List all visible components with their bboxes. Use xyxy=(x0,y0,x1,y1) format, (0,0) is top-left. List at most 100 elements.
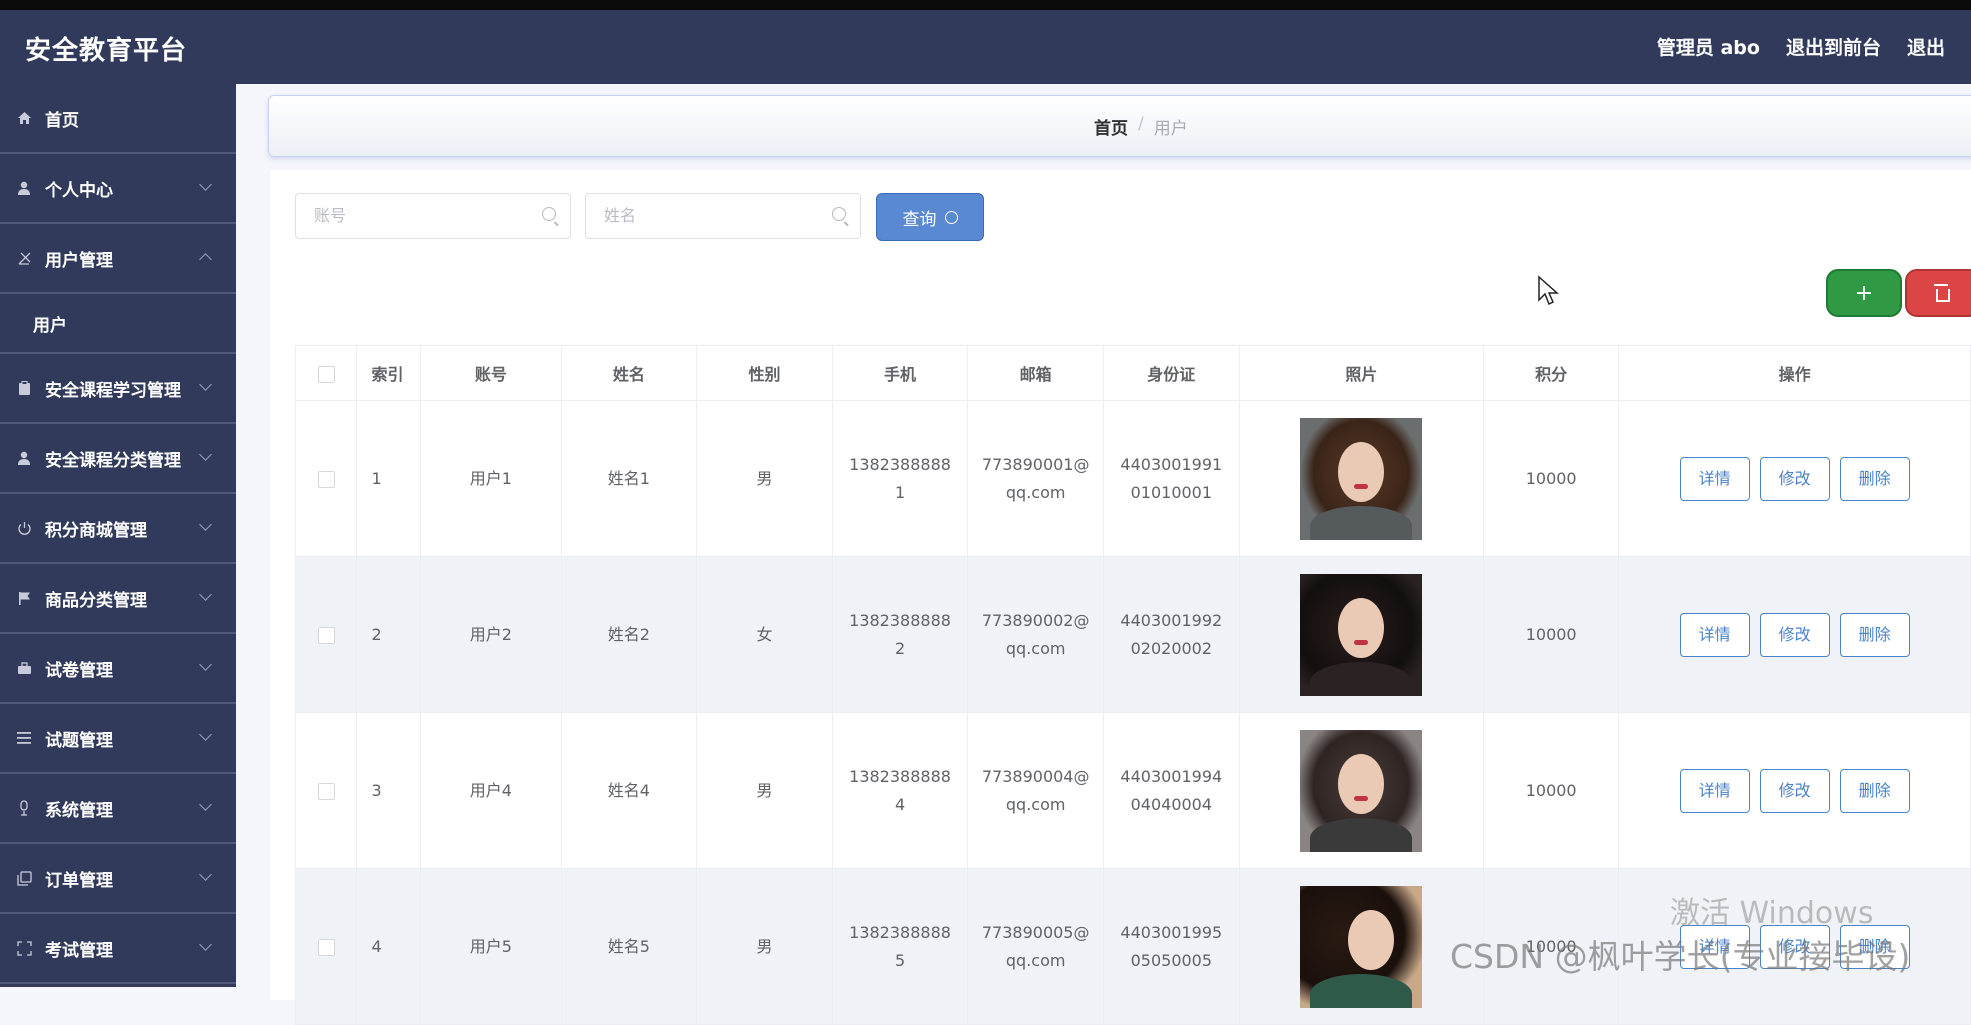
sidebar-item-course-category[interactable]: 安全课程分类管理 xyxy=(0,424,236,494)
sidebar-item-label: 安全课程分类管理 xyxy=(45,450,181,471)
row-checkbox[interactable] xyxy=(294,556,358,713)
cell-gender: 男 xyxy=(696,400,833,557)
sidebar-item-user-management[interactable]: 用户管理 xyxy=(0,224,236,294)
chevron-down-icon xyxy=(199,588,212,601)
cell-index: 4 xyxy=(356,868,422,1025)
row-checkbox[interactable] xyxy=(294,868,358,1025)
clipboard-icon xyxy=(16,380,32,396)
cell-account: 用户4 xyxy=(420,712,562,869)
sidebar-item-label: 安全课程学习管理 xyxy=(45,380,181,401)
name-placeholder: 姓名 xyxy=(604,206,637,225)
cell-points: 10000 xyxy=(1483,400,1620,557)
account-search-input[interactable]: 账号 xyxy=(295,193,571,239)
scan-icon xyxy=(16,940,32,956)
edit-button[interactable]: 修改 xyxy=(1759,612,1830,657)
sidebar-item-label: 试题管理 xyxy=(45,730,113,751)
top-bar xyxy=(0,0,1971,10)
list-icon xyxy=(16,730,32,746)
csdn-watermark: CSDN @枫叶学长(专业接毕设) xyxy=(1450,937,1911,976)
column-header: 积分 xyxy=(1483,345,1620,401)
detail-button[interactable]: 详情 xyxy=(1679,456,1750,501)
column-header: 姓名 xyxy=(560,345,698,401)
cell-actions: 详情 修改 删除 xyxy=(1618,556,1971,713)
cell-gender: 女 xyxy=(696,556,833,713)
copy-icon xyxy=(16,870,32,886)
mic-icon xyxy=(16,800,32,816)
chevron-down-icon xyxy=(199,868,212,881)
breadcrumb-home[interactable]: 首页 xyxy=(1094,114,1128,139)
column-header: 邮箱 xyxy=(967,345,1105,401)
select-all-checkbox[interactable] xyxy=(294,345,358,401)
cell-phone: 1382388888 2 xyxy=(831,556,969,713)
sidebar-item-course-study[interactable]: 安全课程学习管理 xyxy=(0,354,236,424)
cell-name: 姓名1 xyxy=(560,400,698,557)
power-icon xyxy=(16,520,32,536)
delete-button[interactable]: 删除 xyxy=(1839,612,1910,657)
sidebar-item-goods-category[interactable]: 商品分类管理 xyxy=(0,564,236,634)
query-button[interactable]: 查询 xyxy=(876,193,984,241)
cell-actions: 详情 修改 删除 xyxy=(1618,712,1971,869)
cell-name: 姓名4 xyxy=(560,712,698,869)
logout-link[interactable]: 退出 xyxy=(1907,33,1945,60)
chevron-down-icon xyxy=(199,448,212,461)
detail-button[interactable]: 详情 xyxy=(1679,612,1750,657)
breadcrumb-current: 用户 xyxy=(1153,119,1188,139)
delete-button[interactable]: 删除 xyxy=(1839,768,1910,813)
delete-button[interactable]: 删除 xyxy=(1839,456,1910,501)
query-label: 查询 xyxy=(902,209,937,230)
windows-activation-watermark: 激活 Windows xyxy=(1670,896,1874,931)
cell-photo xyxy=(1238,400,1485,557)
cell-index: 3 xyxy=(356,712,422,869)
column-header: 操作 xyxy=(1618,345,1971,401)
cell-id-card: 4403001994 04040004 xyxy=(1103,712,1240,869)
name-search-input[interactable]: 姓名 xyxy=(585,193,861,239)
cell-gender: 男 xyxy=(696,868,833,1025)
briefcase-icon xyxy=(16,660,32,676)
user-photo[interactable] xyxy=(1300,729,1423,852)
table-row: 3 用户4 姓名4 男 1382388888 4 773890004@ qq.com… xyxy=(294,712,1971,869)
table-row: 1 用户1 姓名1 男 1382388888 1 773890001@ qq.com… xyxy=(294,400,1971,557)
table-row: 2 用户2 姓名2 女 1382388888 2 773890002@ qq.com… xyxy=(294,556,1971,713)
row-checkbox[interactable] xyxy=(294,712,358,869)
cell-index: 1 xyxy=(356,400,422,557)
sidebar-item-personal[interactable]: 个人中心 xyxy=(0,154,236,224)
edit-button[interactable]: 修改 xyxy=(1759,456,1830,501)
exit-to-front-link[interactable]: 退出到前台 xyxy=(1786,33,1881,60)
add-button[interactable]: + xyxy=(1826,269,1902,317)
user-photo[interactable] xyxy=(1300,573,1423,696)
cell-account: 用户1 xyxy=(420,400,562,557)
user-icon xyxy=(16,180,32,196)
search-icon xyxy=(944,210,958,224)
user-photo[interactable] xyxy=(1300,417,1423,540)
flag-icon xyxy=(16,590,32,606)
detail-button[interactable]: 详情 xyxy=(1679,768,1750,813)
sidebar-item-exam[interactable]: 考试管理 xyxy=(0,914,236,984)
search-icon xyxy=(542,207,556,221)
row-checkbox[interactable] xyxy=(294,400,358,557)
cell-account: 用户2 xyxy=(420,556,562,713)
breadcrumb-separator: / xyxy=(1138,114,1144,134)
cell-points: 10000 xyxy=(1483,556,1620,713)
cell-id-card: 4403001991 01010001 xyxy=(1103,400,1240,557)
sidebar-item-points-mall[interactable]: 积分商城管理 xyxy=(0,494,236,564)
batch-delete-button[interactable] xyxy=(1905,269,1971,317)
sidebar-item-home[interactable]: 首页 xyxy=(0,84,236,154)
plus-icon: + xyxy=(1854,280,1874,306)
cell-name: 姓名2 xyxy=(560,556,698,713)
sidebar-item-order[interactable]: 订单管理 xyxy=(0,844,236,914)
sidebar-subitem-user[interactable]: 用户 xyxy=(0,294,236,354)
chevron-down-icon xyxy=(199,798,212,811)
sidebar-item-paper[interactable]: 试卷管理 xyxy=(0,634,236,704)
sidebar-item-system[interactable]: 系统管理 xyxy=(0,774,236,844)
sidebar-item-label: 用户管理 xyxy=(45,250,113,271)
app-header: 安全教育平台 管理员 abo 退出到前台 退出 xyxy=(0,10,1971,84)
user-photo[interactable] xyxy=(1300,885,1423,1008)
edit-button[interactable]: 修改 xyxy=(1759,768,1830,813)
sidebar-item-label: 考试管理 xyxy=(45,940,113,961)
sidebar-item-label: 用户 xyxy=(33,315,67,336)
sidebar-item-question[interactable]: 试题管理 xyxy=(0,704,236,774)
chevron-up-icon xyxy=(199,253,212,266)
column-header: 照片 xyxy=(1238,345,1485,401)
column-header: 账号 xyxy=(420,345,562,401)
cell-actions: 详情 修改 删除 xyxy=(1618,400,1971,557)
